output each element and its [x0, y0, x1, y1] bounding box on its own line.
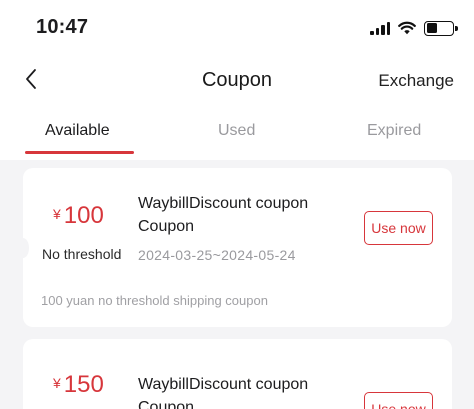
coupon-card: ¥150 WaybillDiscount coupon Coupon Use n… [23, 339, 452, 409]
coupon-validity: 2024-03-25~2024-05-24 [138, 247, 296, 263]
coupon-amount-value: 100 [63, 202, 104, 229]
exchange-button[interactable]: Exchange [378, 71, 454, 91]
coupon-amount: ¥150 [53, 371, 104, 399]
header-area: 10:47 Coupon Exchange Available Used Exp… [0, 0, 474, 160]
coupon-title: WaybillDiscount coupon Coupon [138, 376, 309, 409]
status-icons [370, 18, 458, 38]
use-now-button[interactable]: Use now [364, 392, 433, 409]
currency-symbol: ¥ [53, 206, 61, 222]
use-now-button[interactable]: Use now [364, 211, 433, 245]
coupon-title: WaybillDiscount coupon Coupon [138, 195, 309, 235]
active-tab-indicator [25, 151, 134, 154]
wifi-icon [398, 21, 416, 35]
tab-used[interactable]: Used [218, 122, 255, 140]
coupon-amount: ¥100 [53, 202, 104, 230]
tab-available[interactable]: Available [45, 122, 110, 140]
battery-icon [424, 20, 458, 36]
status-time: 10:47 [36, 16, 89, 38]
status-bar: 10:47 [0, 0, 474, 52]
tab-expired[interactable]: Expired [367, 122, 421, 140]
coupon-amount-value: 150 [63, 371, 104, 398]
cellular-signal-icon [370, 21, 390, 35]
coupon-threshold: No threshold [42, 246, 122, 262]
nav-bar: Coupon Exchange [0, 58, 474, 102]
currency-symbol: ¥ [53, 375, 61, 391]
coupon-description: 100 yuan no threshold shipping coupon [41, 293, 268, 308]
card-notch [17, 238, 29, 258]
tab-bar: Available Used Expired [0, 112, 474, 156]
coupon-card: ¥100 No threshold WaybillDiscount coupon… [17, 168, 452, 327]
